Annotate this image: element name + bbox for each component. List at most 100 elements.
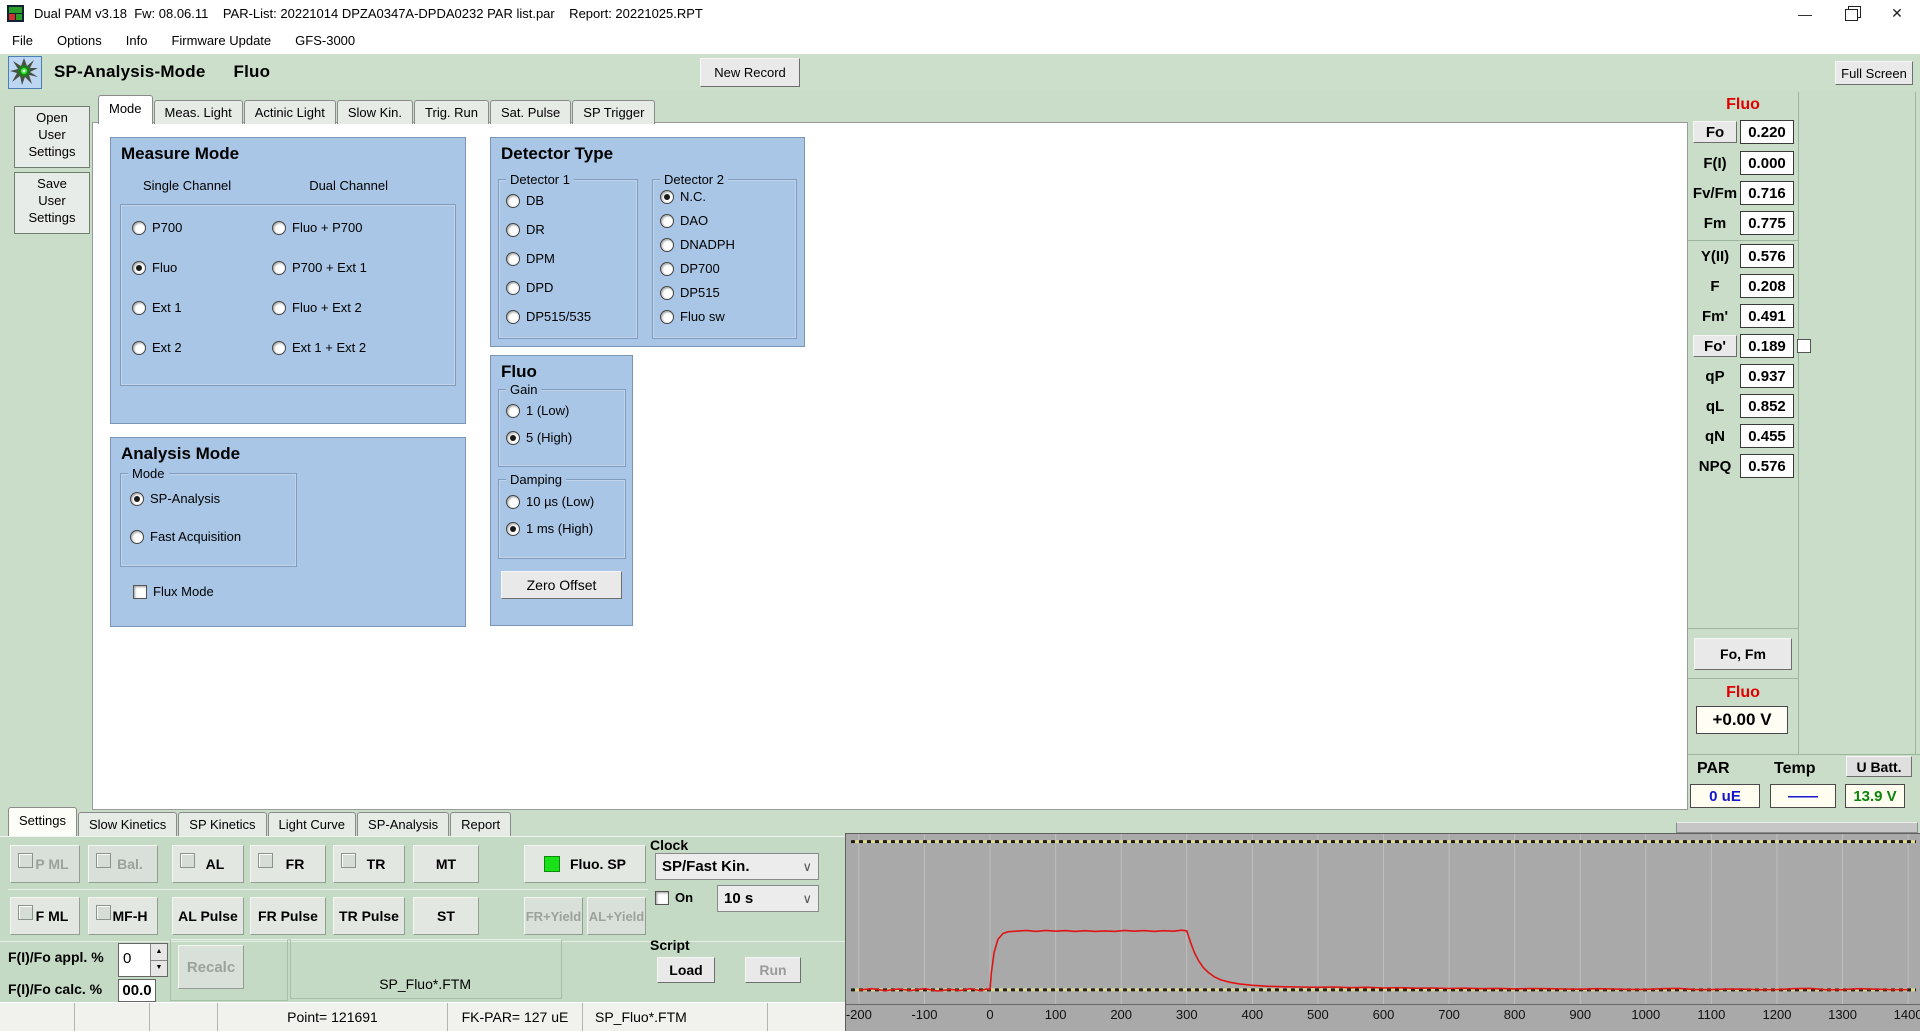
fifo-appl-label: F(I)/Fo appl. % <box>8 949 104 965</box>
temp-value: —— <box>1770 784 1836 808</box>
fo-prime-button[interactable]: Fo' <box>1693 335 1737 357</box>
spinner-up-arrow[interactable]: ▲ <box>150 944 167 961</box>
fml-toggle-button[interactable]: F ML <box>10 897 80 935</box>
recalc-button[interactable]: Recalc <box>178 945 244 989</box>
menu-file[interactable]: File <box>0 29 45 52</box>
tab-light-curve[interactable]: Light Curve <box>268 812 356 836</box>
radio-dpd[interactable]: DPD <box>506 280 636 295</box>
mode-starburst-icon[interactable] <box>8 56 42 89</box>
measure-mode-panel: Measure Mode Single Channel Dual Channel… <box>110 137 466 424</box>
flux-mode-checkbox[interactable]: Flux Mode <box>133 584 455 599</box>
bal-toggle-button[interactable]: Bal. <box>88 845 158 883</box>
save-user-settings-button[interactable]: Save User Settings <box>14 172 90 234</box>
tab-mode[interactable]: Mode <box>98 95 153 124</box>
pml-toggle-button[interactable]: P ML <box>10 845 80 883</box>
tab-trig-run[interactable]: Trig. Run <box>414 100 489 124</box>
radio-ext1-ext2[interactable]: Ext 1 + Ext 2 <box>272 340 452 355</box>
full-screen-button[interactable]: Full Screen <box>1835 61 1913 85</box>
mfh-toggle-button[interactable]: MF-H <box>88 897 158 935</box>
radio-sp-analysis[interactable]: SP-Analysis <box>130 491 295 506</box>
toggle-indicator <box>18 905 33 920</box>
chart-x-axis-labels: -200-10001002003004005006007008009001000… <box>851 1007 1916 1031</box>
u-batt-button[interactable]: U Batt. <box>1846 756 1912 777</box>
menu-firmware-update[interactable]: Firmware Update <box>159 29 283 52</box>
al-toggle-button[interactable]: AL <box>172 845 244 883</box>
par-value: 0 uE <box>1690 784 1760 808</box>
fr-pulse-button[interactable]: FR Pulse <box>250 897 326 935</box>
menu-info[interactable]: Info <box>114 29 160 52</box>
clock-interval-select[interactable]: 10 s∨ <box>717 885 819 912</box>
open-user-settings-button[interactable]: Open User Settings <box>14 106 90 168</box>
radio-dp515-535[interactable]: DP515/535 <box>506 309 636 324</box>
clock-on-checkbox[interactable]: On <box>655 890 693 905</box>
tab-sp-analysis[interactable]: SP-Analysis <box>357 812 449 836</box>
radio-dot <box>506 522 520 536</box>
mt-button[interactable]: MT <box>413 845 479 883</box>
radio-ext2[interactable]: Ext 2 <box>132 340 272 355</box>
radio-gain-1-low[interactable]: 1 (Low) <box>506 403 624 418</box>
radio-dot <box>132 261 146 275</box>
radio-dp515[interactable]: DP515 <box>660 285 795 300</box>
radio-dnadph[interactable]: DNADPH <box>660 237 795 252</box>
radio-label: N.C. <box>680 189 706 204</box>
radio-gain-5-high[interactable]: 5 (High) <box>506 430 624 445</box>
tab-slow-kinetics[interactable]: Slow Kinetics <box>78 812 177 836</box>
fvfm-label: Fv/Fm <box>1690 185 1740 202</box>
tab-actinic-light[interactable]: Actinic Light <box>244 100 336 124</box>
radio-dr[interactable]: DR <box>506 222 636 237</box>
radio-fluo-sw[interactable]: Fluo sw <box>660 309 795 324</box>
tab-settings[interactable]: Settings <box>8 807 77 836</box>
tab-sp-trigger[interactable]: SP Trigger <box>572 100 655 124</box>
radio-db[interactable]: DB <box>506 193 636 208</box>
script-run-button[interactable]: Run <box>745 957 801 983</box>
menu-options[interactable]: Options <box>45 29 114 52</box>
tab-report[interactable]: Report <box>450 812 511 836</box>
radio-dp700[interactable]: DP700 <box>660 261 795 276</box>
radio-fluo[interactable]: Fluo <box>132 260 272 275</box>
tab-meas-light[interactable]: Meas. Light <box>154 100 243 124</box>
chart-scrollbar[interactable] <box>1676 822 1918 833</box>
fo-fm-button[interactable]: Fo, Fm <box>1694 638 1792 670</box>
tab-sp-kinetics[interactable]: SP Kinetics <box>178 812 266 836</box>
radio-nc[interactable]: N.C. <box>660 189 795 204</box>
zero-offset-button[interactable]: Zero Offset <box>501 571 622 599</box>
detector-type-title: Detector Type <box>501 144 794 164</box>
close-button[interactable]: ✕ <box>1874 1 1920 27</box>
radio-label: Fast Acquisition <box>150 529 241 544</box>
kinetics-chart[interactable]: -200-10001002003004005006007008009001000… <box>845 833 1920 1031</box>
fluo-sp-toggle-button[interactable]: Fluo. SP <box>524 845 646 883</box>
al-pulse-button[interactable]: AL Pulse <box>172 897 244 935</box>
st-button[interactable]: ST <box>413 897 479 935</box>
fo-prime-checkbox[interactable] <box>1797 339 1811 353</box>
new-record-button[interactable]: New Record <box>700 58 800 87</box>
tr-toggle-button[interactable]: TR <box>333 845 405 883</box>
spinner-down-arrow[interactable]: ▼ <box>150 961 167 976</box>
tr-pulse-button[interactable]: TR Pulse <box>333 897 405 935</box>
tab-slow-kin[interactable]: Slow Kin. <box>337 100 413 124</box>
fo-button[interactable]: Fo <box>1693 121 1737 143</box>
radio-fluo-p700[interactable]: Fluo + P700 <box>272 220 452 235</box>
radio-ext1[interactable]: Ext 1 <box>132 300 272 315</box>
fm-prime-value: 0.491 <box>1740 304 1794 328</box>
radio-p700-ext1[interactable]: P700 + Ext 1 <box>272 260 452 275</box>
minimize-button[interactable]: — <box>1782 1 1828 27</box>
radio-dpm[interactable]: DPM <box>506 251 636 266</box>
chevron-down-icon: ∨ <box>802 891 812 907</box>
radio-damping-1ms-high[interactable]: 1 ms (High) <box>506 521 624 536</box>
radio-label: Ext 1 + Ext 2 <box>292 340 366 355</box>
fr-yield-button[interactable]: FR+Yield <box>524 897 583 935</box>
fifo-appl-spinner[interactable]: 0 ▲ ▼ <box>118 943 168 977</box>
script-load-button[interactable]: Load <box>657 957 715 983</box>
tab-sat-pulse[interactable]: Sat. Pulse <box>490 100 571 124</box>
radio-fluo-ext2[interactable]: Fluo + Ext 2 <box>272 300 452 315</box>
radio-damping-10us-low[interactable]: 10 µs (Low) <box>506 494 624 509</box>
menu-gfs-3000[interactable]: GFS-3000 <box>283 29 367 52</box>
fr-toggle-button[interactable]: FR <box>250 845 326 883</box>
restore-button[interactable] <box>1828 1 1874 27</box>
radio-p700[interactable]: P700 <box>132 220 272 235</box>
clock-mode-select[interactable]: SP/Fast Kin.∨ <box>655 853 819 880</box>
al-yield-button[interactable]: AL+Yield <box>587 897 646 935</box>
radio-fast-acquisition[interactable]: Fast Acquisition <box>130 529 295 544</box>
radio-dao[interactable]: DAO <box>660 213 795 228</box>
checkbox-label: Flux Mode <box>153 584 214 599</box>
